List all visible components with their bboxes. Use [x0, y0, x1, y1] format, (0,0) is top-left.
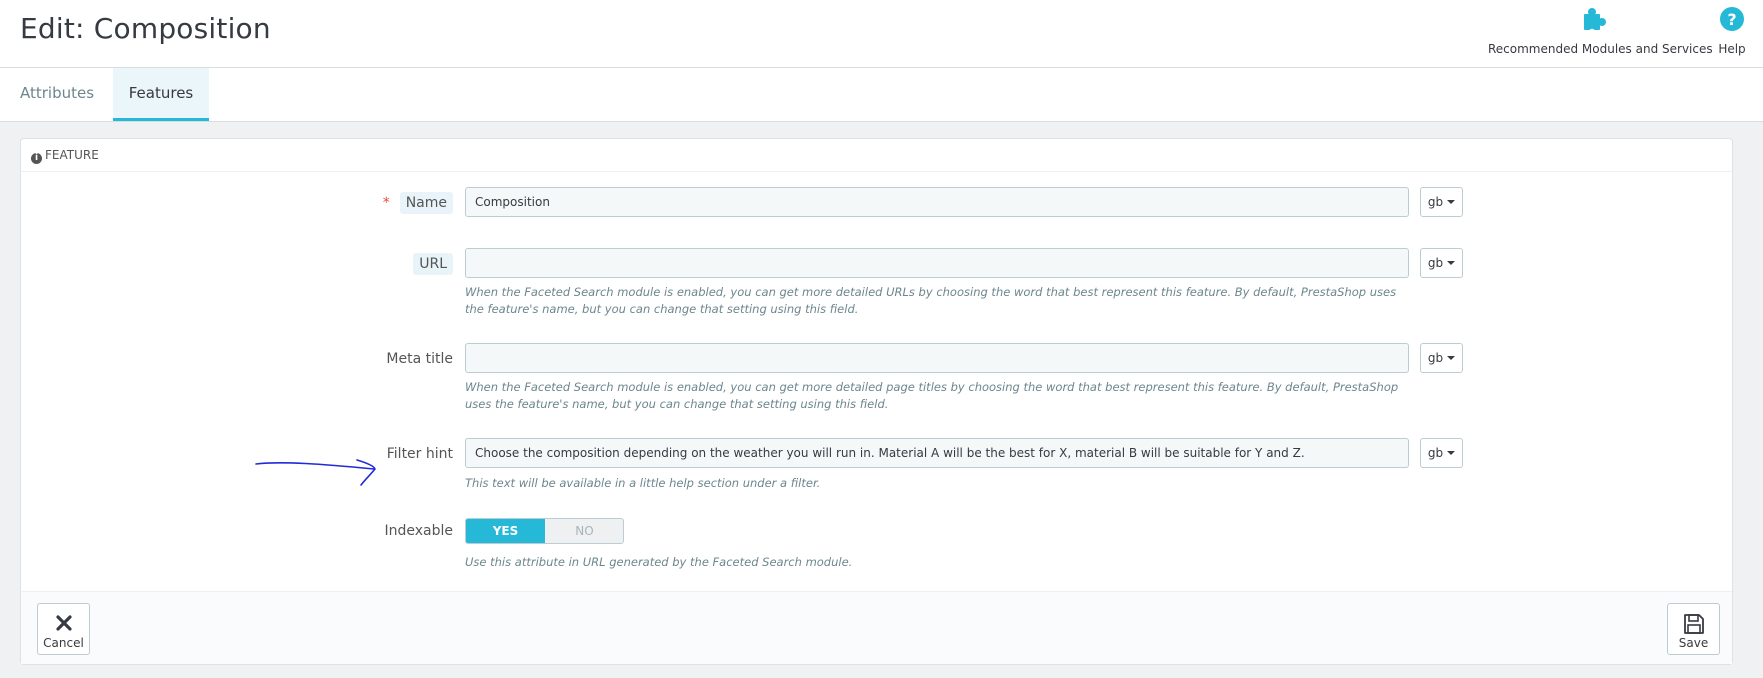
- indexable-switch: YES NO: [465, 518, 624, 544]
- name-label: * Name: [382, 192, 453, 214]
- url-input[interactable]: [465, 248, 1409, 278]
- filter-hint-help-text: This text will be available in a little …: [465, 476, 821, 490]
- meta-title-language-dropdown[interactable]: gb: [1420, 343, 1463, 373]
- filter-hint-language-dropdown[interactable]: gb: [1420, 438, 1463, 468]
- name-input[interactable]: [465, 187, 1409, 217]
- name-label-text: Name: [399, 192, 453, 214]
- puzzle-icon: [1488, 2, 1704, 38]
- tab-features[interactable]: Features: [113, 68, 209, 121]
- recommended-modules-label: Recommended Modules and Services: [1488, 42, 1713, 56]
- meta-title-label: Meta title: [386, 351, 453, 367]
- url-label: URL: [413, 253, 453, 275]
- indexable-yes-option[interactable]: YES: [466, 519, 545, 543]
- recommended-modules-button[interactable]: Recommended Modules and Services: [1488, 2, 1713, 56]
- url-label-text: URL: [413, 253, 453, 275]
- meta-title-help-text: When the Faceted Search module is enable…: [465, 380, 1399, 411]
- meta-title-language-label: gb: [1427, 351, 1444, 365]
- required-star: *: [382, 195, 390, 211]
- close-icon: [38, 613, 89, 633]
- cancel-label: Cancel: [43, 636, 84, 650]
- floppy-disk-icon: [1668, 613, 1719, 634]
- help-label: Help: [1718, 42, 1746, 56]
- url-language-dropdown[interactable]: gb: [1420, 248, 1463, 278]
- url-language-label: gb: [1427, 256, 1444, 270]
- annotation-arrow-icon: [255, 459, 376, 486]
- page-title: Edit: Composition: [20, 12, 271, 45]
- caret-down-icon: [1447, 356, 1456, 360]
- url-help-text: When the Faceted Search module is enable…: [465, 285, 1397, 316]
- indexable-label: Indexable: [384, 523, 453, 539]
- help-icon: ?: [1712, 2, 1752, 38]
- save-button[interactable]: Save: [1667, 603, 1720, 655]
- page-header: Edit: Composition Recommended Modules an…: [0, 0, 1763, 68]
- indexable-no-option[interactable]: NO: [545, 519, 623, 543]
- info-icon: i: [31, 153, 42, 164]
- panel-footer: Cancel Save: [21, 591, 1732, 664]
- caret-down-icon: [1447, 200, 1456, 204]
- caret-down-icon: [1447, 451, 1456, 455]
- cancel-button[interactable]: Cancel: [37, 603, 90, 655]
- name-language-dropdown[interactable]: gb: [1420, 187, 1463, 217]
- filter-hint-language-label: gb: [1427, 446, 1444, 460]
- feature-panel: iFeature * Name gb URL gb When the Facete…: [20, 138, 1733, 665]
- panel-heading: i Feature: [21, 139, 1732, 172]
- save-label: Save: [1678, 636, 1709, 650]
- indexable-help-text: Use this attribute in URL generated by t…: [465, 555, 853, 569]
- filter-hint-input[interactable]: [465, 438, 1409, 468]
- name-language-label: gb: [1427, 195, 1444, 209]
- caret-down-icon: [1447, 261, 1456, 265]
- svg-text:?: ?: [1727, 10, 1736, 29]
- filter-hint-label: Filter hint: [386, 446, 453, 462]
- tab-bar: Attributes Features: [0, 68, 1763, 122]
- help-button[interactable]: ? Help: [1712, 2, 1752, 56]
- panel-heading-text: Feature: [45, 148, 99, 162]
- tab-attributes[interactable]: Attributes: [8, 68, 106, 121]
- meta-title-input[interactable]: [465, 343, 1409, 373]
